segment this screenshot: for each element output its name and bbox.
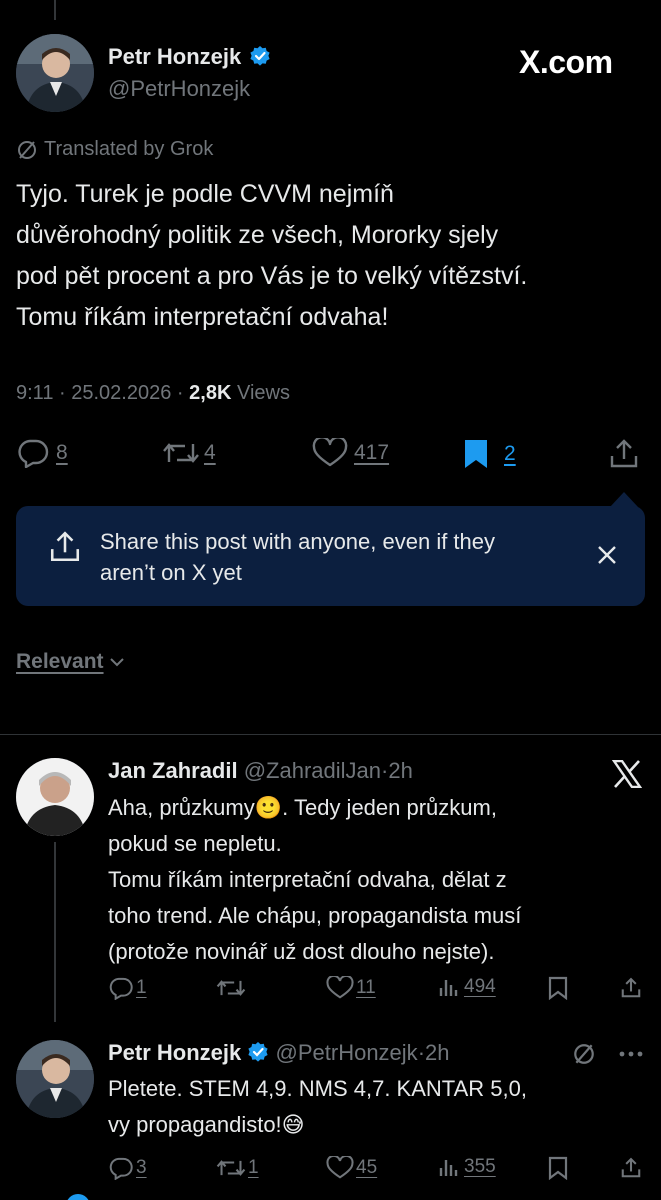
reply-views-button[interactable]: 355: [438, 1156, 496, 1178]
reply-like-button[interactable]: 11: [326, 976, 376, 1000]
repost-button[interactable]: 4: [162, 438, 216, 468]
reply-bookmark-button[interactable]: [548, 976, 568, 1000]
reply-text-line: Pletete. STEM 4,9. NMS 4,7. KANTAR 5,0,: [108, 1076, 527, 1101]
close-icon[interactable]: [596, 544, 618, 566]
reply-text: Aha, průzkumy🙂. Tedy jeden průzkum, poku…: [108, 790, 521, 970]
share-button[interactable]: [608, 438, 640, 470]
person-photo-icon: [16, 34, 94, 112]
bookmark-icon: [548, 976, 568, 1000]
post-time[interactable]: 9:11: [16, 382, 53, 404]
bookmark-button[interactable]: 2: [462, 438, 516, 470]
reply-author-handle[interactable]: @ZahradilJan: [244, 758, 381, 783]
share-banner-text-line: aren’t on X yet: [100, 560, 242, 585]
reply-author-name[interactable]: Jan Zahradil: [108, 758, 238, 783]
reply-avatar[interactable]: [16, 1040, 94, 1118]
translation-note[interactable]: Translated by Grok: [16, 138, 213, 161]
more-options-icon[interactable]: [618, 1050, 644, 1058]
reply-repost-button[interactable]: 1: [216, 1156, 259, 1180]
author-avatar[interactable]: [16, 34, 94, 112]
reply-reply-button[interactable]: 3: [108, 1156, 147, 1180]
verified-badge-icon: [248, 1042, 268, 1062]
views-count: 2,8K: [189, 382, 232, 404]
reply-text-line: toho trend. Ale chápu, propagandista mus…: [108, 903, 522, 928]
views-label: Views: [236, 382, 290, 404]
bookmark-filled-icon: [465, 440, 487, 468]
reply-thread-line: [54, 842, 56, 1022]
reply-author-handle[interactable]: @PetrHonzejk: [276, 1040, 418, 1065]
reply-icon: [109, 1157, 133, 1180]
chevron-down-icon: [109, 658, 124, 667]
reply-like-button[interactable]: 45: [326, 1156, 377, 1180]
emoji: 🙂: [254, 795, 283, 820]
repost-icon: [216, 1160, 246, 1176]
analytics-icon: [439, 1160, 458, 1176]
share-icon: [621, 1157, 641, 1178]
analytics-icon: [439, 980, 458, 996]
sort-label: Relevant: [16, 650, 104, 673]
reply-reply-button[interactable]: 1: [108, 976, 147, 1000]
repost-icon: [163, 443, 199, 463]
reply-icon: [18, 439, 49, 468]
post-meta: 9:11 · 25.02.2026 · 2,8K Views: [16, 382, 290, 404]
translate-icon: [18, 140, 36, 159]
emoji: 😅: [281, 1112, 305, 1137]
x-logo: X.com: [519, 44, 613, 80]
heart-icon: [312, 438, 348, 467]
reply-text-line: pokud se nepletu.: [108, 831, 282, 856]
share-icon: [50, 531, 80, 562]
reply-avatar[interactable]: [16, 758, 94, 836]
translate-icon[interactable]: [572, 1042, 596, 1066]
share-icon: [621, 977, 641, 998]
reply-button[interactable]: 8: [16, 438, 68, 468]
reply-author-name[interactable]: Petr Honzejk: [108, 1040, 241, 1065]
sort-dropdown[interactable]: Relevant: [16, 650, 126, 674]
post-text-line: důvěrohodný politik ze všech, Mororky sj…: [16, 221, 499, 249]
post-text-line: Tomu říkám interpretační odvaha!: [16, 303, 389, 331]
reply-time[interactable]: 2h: [388, 758, 412, 783]
thread-connector-top: [54, 0, 56, 20]
heart-icon: [326, 976, 354, 999]
person-photo-icon: [16, 1040, 94, 1118]
reply-views-button[interactable]: 494: [438, 976, 496, 998]
author-name[interactable]: Petr Honzejk: [108, 44, 241, 69]
reply-share-button[interactable]: [620, 976, 642, 1000]
bookmark-icon: [548, 1156, 568, 1180]
reply-text-line: Tomu říkám interpretační odvaha, dělat z: [108, 867, 507, 892]
person-photo-icon: [16, 758, 94, 836]
heart-icon: [326, 1156, 354, 1179]
post-text-line: pod pět procent a pro Vás je to velký ví…: [16, 262, 528, 290]
verified-badge-icon: [250, 46, 270, 66]
reply-share-button[interactable]: [620, 1156, 642, 1180]
reply-icon: [109, 977, 133, 1000]
divider: [0, 734, 661, 735]
reply-text: Pletete. STEM 4,9. NMS 4,7. KANTAR 5,0, …: [108, 1071, 527, 1143]
repost-icon: [216, 980, 246, 996]
reply-time[interactable]: 2h: [425, 1040, 449, 1065]
share-banner-text-line: Share this post with anyone, even if the…: [100, 529, 496, 554]
reply-text-line: (protože novinář už dost dlouho nejste).: [108, 939, 495, 964]
banner-pointer: [610, 492, 638, 507]
reply-bookmark-button[interactable]: [548, 1156, 568, 1180]
x-logo-icon: [612, 760, 642, 788]
author-handle[interactable]: @PetrHonzejk: [108, 76, 250, 102]
reply-repost-button[interactable]: [216, 976, 246, 1000]
like-button[interactable]: 417: [312, 438, 389, 468]
next-reply-avatar-partial: [66, 1194, 90, 1200]
post-date[interactable]: 25.02.2026: [71, 382, 171, 404]
share-banner: Share this post with anyone, even if the…: [16, 506, 645, 606]
post-text: Tyjo. Turek je podle CVVM nejmíň důvěroh…: [16, 174, 527, 338]
post-text-line: Tyjo. Turek je podle CVVM nejmíň: [16, 180, 394, 208]
share-icon: [610, 439, 638, 468]
